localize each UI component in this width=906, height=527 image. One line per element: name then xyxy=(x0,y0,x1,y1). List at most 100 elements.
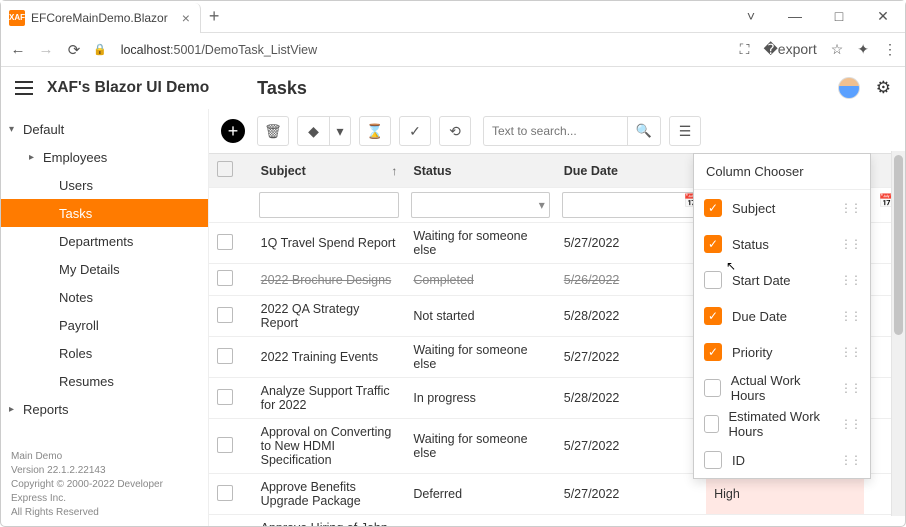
extension-icon[interactable]: ✦ xyxy=(857,41,869,58)
row-checkbox[interactable] xyxy=(217,348,233,364)
column-chooser-item[interactable]: Actual Work Hours⋮⋮ xyxy=(694,370,870,406)
sidebar-item-employees[interactable]: ▸Employees xyxy=(1,143,208,171)
filter-subject[interactable] xyxy=(259,192,400,218)
cell-subject: Approve Hiring of John Jeffers xyxy=(253,515,406,527)
checkbox[interactable]: ✓ xyxy=(704,235,722,253)
cursor-icon: ↖ xyxy=(726,259,736,273)
column-chooser-item[interactable]: ✓Subject⋮⋮ xyxy=(694,190,870,226)
row-checkbox[interactable] xyxy=(217,389,233,405)
checkbox[interactable]: ✓ xyxy=(704,343,722,361)
row-checkbox[interactable] xyxy=(217,437,233,453)
hourglass-button[interactable]: ⌛ xyxy=(359,116,391,146)
sidebar-item-notes[interactable]: Notes xyxy=(1,283,208,311)
cell-subject: 2022 QA Strategy Report xyxy=(253,296,406,337)
column-header-subject[interactable]: Subject↑ xyxy=(253,154,406,188)
column-chooser-button[interactable]: ☰ xyxy=(669,116,701,146)
new-button[interactable]: + xyxy=(221,119,245,143)
drag-handle-icon[interactable]: ⋮⋮ xyxy=(840,417,860,431)
sidebar-item-reports[interactable]: ▸Reports xyxy=(1,395,208,423)
drag-handle-icon[interactable]: ⋮⋮ xyxy=(840,453,860,467)
row-checkbox[interactable] xyxy=(217,270,233,286)
drag-handle-icon[interactable]: ⋮⋮ xyxy=(840,345,860,359)
gear-icon[interactable]: ⚙ xyxy=(876,78,891,98)
url-display[interactable]: localhost:5001/DemoTask_ListView xyxy=(121,43,317,57)
column-chooser-label: Estimated Work Hours xyxy=(729,409,830,439)
avatar[interactable] xyxy=(838,77,860,99)
scrollbar-thumb[interactable] xyxy=(894,155,903,335)
menu-icon[interactable]: ⋮ xyxy=(883,41,897,58)
row-checkbox[interactable] xyxy=(217,485,233,501)
search-button[interactable]: 🔍 xyxy=(627,116,661,146)
checkbox[interactable]: ✓ xyxy=(704,307,722,325)
sidebar-item-default[interactable]: ▾Default xyxy=(1,115,208,143)
minimize-icon[interactable]: — xyxy=(773,8,817,25)
back-button[interactable]: ← xyxy=(9,41,27,58)
cell-priority xyxy=(864,515,905,527)
hamburger-icon[interactable] xyxy=(15,81,33,95)
checkbox[interactable] xyxy=(704,451,722,469)
tab-title: EFCoreMainDemo.Blazor xyxy=(31,11,168,25)
cell-due: 5/27/2022 xyxy=(556,419,706,474)
window-controls: ˅ — □ ✕ xyxy=(729,8,905,25)
status-dropdown[interactable]: ▾ xyxy=(329,116,351,146)
lock-icon[interactable]: 🔒 xyxy=(93,43,107,56)
chevron-right-icon: ▸ xyxy=(29,152,43,163)
scrollbar[interactable] xyxy=(891,151,905,516)
close-tab-icon[interactable]: × xyxy=(182,10,190,26)
column-chooser-item[interactable]: Start Date⋮⋮ xyxy=(694,262,870,298)
drag-handle-icon[interactable]: ⋮⋮ xyxy=(840,201,860,215)
refresh-button[interactable]: ⟲ xyxy=(439,116,471,146)
column-header-status[interactable]: Status xyxy=(405,154,555,188)
sidebar-item-tasks[interactable]: Tasks xyxy=(1,199,208,227)
drag-handle-icon[interactable]: ⋮⋮ xyxy=(840,237,860,251)
maximize-icon[interactable]: □ xyxy=(817,8,861,25)
star-icon[interactable]: ☆ xyxy=(831,41,844,58)
forward-button[interactable]: → xyxy=(37,41,55,58)
chevron-down-icon[interactable]: ˅ xyxy=(729,8,773,25)
share-icon[interactable]: �export xyxy=(763,41,816,58)
reload-button[interactable]: ⟳ xyxy=(65,41,83,59)
drag-handle-icon[interactable]: ⋮⋮ xyxy=(840,381,860,395)
translate-icon[interactable]: ⛶ xyxy=(740,41,750,58)
filter-due[interactable] xyxy=(562,192,700,218)
drag-handle-icon[interactable]: ⋮⋮ xyxy=(840,273,860,287)
footer-line: Copyright © 2000-2022 Developer Express … xyxy=(11,478,198,506)
checkbox[interactable] xyxy=(704,379,721,397)
browser-tab[interactable]: XAF EFCoreMainDemo.Blazor × xyxy=(1,3,201,33)
drag-handle-icon[interactable]: ⋮⋮ xyxy=(840,309,860,323)
sidebar-item-label: Users xyxy=(59,178,93,193)
column-chooser-popup: Column Chooser ✓Subject⋮⋮✓Status⋮⋮Start … xyxy=(693,153,871,479)
check-button[interactable]: ✓ xyxy=(399,116,431,146)
column-header-due[interactable]: Due Date xyxy=(556,154,706,188)
column-chooser-item[interactable]: ✓ Due Date ⋮⋮ xyxy=(694,298,870,334)
row-checkbox[interactable] xyxy=(217,526,233,527)
column-chooser-label: ID xyxy=(732,453,745,468)
column-chooser-item[interactable]: Estimated Work Hours ⋮⋮ xyxy=(694,406,870,442)
checkbox[interactable]: ✓ xyxy=(704,199,722,217)
search-input[interactable] xyxy=(483,116,627,146)
select-all-checkbox[interactable] xyxy=(217,161,233,177)
sidebar-item-label: Reports xyxy=(23,402,69,417)
toolbar: + 🗑 ◆ ▾ ⌛ ✓ ⟲ 🔍 ☰ xyxy=(209,109,905,153)
delete-button[interactable]: 🗑 xyxy=(257,116,289,146)
sidebar-item-my-details[interactable]: My Details xyxy=(1,255,208,283)
column-chooser-label: Due Date xyxy=(732,309,787,324)
row-checkbox[interactable] xyxy=(217,307,233,323)
table-row[interactable]: Approve Benefits Upgrade PackageDeferred… xyxy=(209,474,905,515)
column-chooser-item[interactable]: ID ⋮⋮ xyxy=(694,442,870,478)
sidebar-item-payroll[interactable]: Payroll xyxy=(1,311,208,339)
close-window-icon[interactable]: ✕ xyxy=(861,8,905,25)
sidebar-item-resumes[interactable]: Resumes xyxy=(1,367,208,395)
table-row[interactable]: Approve Hiring of John JeffersNot starte… xyxy=(209,515,905,527)
checkbox[interactable] xyxy=(704,415,719,433)
column-chooser-item[interactable]: ✓Priority⋮⋮ xyxy=(694,334,870,370)
status-button[interactable]: ◆ xyxy=(297,116,329,146)
row-checkbox[interactable] xyxy=(217,234,233,250)
sidebar-item-roles[interactable]: Roles xyxy=(1,339,208,367)
column-chooser-item[interactable]: ✓Status⋮⋮ xyxy=(694,226,870,262)
checkbox[interactable] xyxy=(704,271,722,289)
sidebar-item-departments[interactable]: Departments xyxy=(1,227,208,255)
new-tab-button[interactable]: + xyxy=(209,6,220,27)
sidebar-item-users[interactable]: Users xyxy=(1,171,208,199)
filter-status[interactable]: ▾ xyxy=(411,192,549,218)
